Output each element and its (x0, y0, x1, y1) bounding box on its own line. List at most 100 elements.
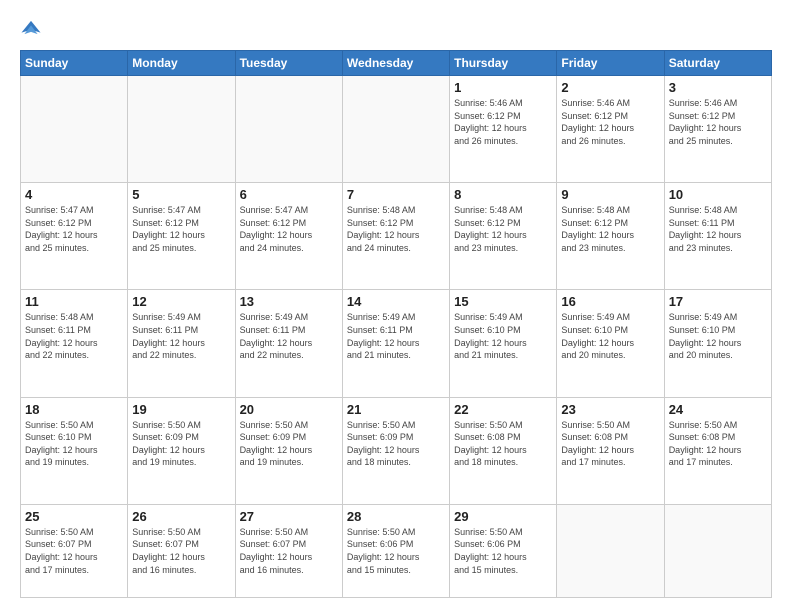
calendar-cell: 3 Sunrise: 5:46 AM Sunset: 6:12 PM Daylig… (664, 76, 771, 183)
calendar-cell (235, 76, 342, 183)
calendar-cell: 21 Sunrise: 5:50 AM Sunset: 6:09 PM Dayli… (342, 397, 449, 504)
day-number: 18 (25, 402, 123, 417)
day-number: 4 (25, 187, 123, 202)
day-info: Sunrise: 5:48 AM Sunset: 6:12 PM Dayligh… (454, 204, 552, 254)
weekday-header-sunday: Sunday (21, 51, 128, 76)
calendar-cell: 7 Sunrise: 5:48 AM Sunset: 6:12 PM Daylig… (342, 183, 449, 290)
logo (20, 18, 46, 40)
day-number: 17 (669, 294, 767, 309)
day-number: 3 (669, 80, 767, 95)
calendar-cell (128, 76, 235, 183)
calendar-cell: 26 Sunrise: 5:50 AM Sunset: 6:07 PM Dayli… (128, 504, 235, 597)
day-info: Sunrise: 5:50 AM Sunset: 6:08 PM Dayligh… (561, 419, 659, 469)
weekday-header-thursday: Thursday (450, 51, 557, 76)
calendar-cell: 1Sunrise: 5:46 AM Sunset: 6:12 PM Daylig… (450, 76, 557, 183)
day-number: 23 (561, 402, 659, 417)
calendar-cell: 12Sunrise: 5:49 AM Sunset: 6:11 PM Dayli… (128, 290, 235, 397)
day-info: Sunrise: 5:49 AM Sunset: 6:11 PM Dayligh… (240, 311, 338, 361)
day-info: Sunrise: 5:49 AM Sunset: 6:10 PM Dayligh… (669, 311, 767, 361)
day-number: 24 (669, 402, 767, 417)
day-info: Sunrise: 5:47 AM Sunset: 6:12 PM Dayligh… (132, 204, 230, 254)
calendar-cell: 22 Sunrise: 5:50 AM Sunset: 6:08 PM Dayli… (450, 397, 557, 504)
calendar-cell: 2 Sunrise: 5:46 AM Sunset: 6:12 PM Daylig… (557, 76, 664, 183)
calendar-table: SundayMondayTuesdayWednesdayThursdayFrid… (20, 50, 772, 598)
day-number: 26 (132, 509, 230, 524)
day-number: 7 (347, 187, 445, 202)
calendar-cell: 23 Sunrise: 5:50 AM Sunset: 6:08 PM Dayli… (557, 397, 664, 504)
day-info: Sunrise: 5:49 AM Sunset: 6:11 PM Dayligh… (132, 311, 230, 361)
calendar-cell: 9 Sunrise: 5:48 AM Sunset: 6:12 PM Daylig… (557, 183, 664, 290)
calendar-cell (557, 504, 664, 597)
day-number: 9 (561, 187, 659, 202)
calendar-cell (664, 504, 771, 597)
day-number: 27 (240, 509, 338, 524)
day-number: 19 (132, 402, 230, 417)
day-info: Sunrise: 5:49 AM Sunset: 6:10 PM Dayligh… (454, 311, 552, 361)
day-info: Sunrise: 5:50 AM Sunset: 6:09 PM Dayligh… (132, 419, 230, 469)
day-number: 25 (25, 509, 123, 524)
day-info: Sunrise: 5:47 AM Sunset: 6:12 PM Dayligh… (25, 204, 123, 254)
logo-icon (20, 18, 42, 40)
day-info: Sunrise: 5:50 AM Sunset: 6:10 PM Dayligh… (25, 419, 123, 469)
day-number: 10 (669, 187, 767, 202)
calendar-cell (21, 76, 128, 183)
day-info: Sunrise: 5:46 AM Sunset: 6:12 PM Dayligh… (561, 97, 659, 147)
calendar-cell: 5 Sunrise: 5:47 AM Sunset: 6:12 PM Daylig… (128, 183, 235, 290)
calendar-cell: 18 Sunrise: 5:50 AM Sunset: 6:10 PM Dayli… (21, 397, 128, 504)
header (20, 18, 772, 40)
day-info: Sunrise: 5:49 AM Sunset: 6:11 PM Dayligh… (347, 311, 445, 361)
page: SundayMondayTuesdayWednesdayThursdayFrid… (0, 0, 792, 612)
day-number: 13 (240, 294, 338, 309)
calendar-cell: 19 Sunrise: 5:50 AM Sunset: 6:09 PM Dayli… (128, 397, 235, 504)
weekday-header-monday: Monday (128, 51, 235, 76)
week-row-3: 18 Sunrise: 5:50 AM Sunset: 6:10 PM Dayli… (21, 397, 772, 504)
calendar-cell: 25 Sunrise: 5:50 AM Sunset: 6:07 PM Dayli… (21, 504, 128, 597)
day-number: 20 (240, 402, 338, 417)
weekday-header-row: SundayMondayTuesdayWednesdayThursdayFrid… (21, 51, 772, 76)
calendar-cell: 17 Sunrise: 5:49 AM Sunset: 6:10 PM Dayli… (664, 290, 771, 397)
day-number: 8 (454, 187, 552, 202)
calendar-cell: 24Sunrise: 5:50 AM Sunset: 6:08 PM Dayli… (664, 397, 771, 504)
calendar-cell: 14 Sunrise: 5:49 AM Sunset: 6:11 PM Dayli… (342, 290, 449, 397)
day-number: 14 (347, 294, 445, 309)
calendar-cell: 15Sunrise: 5:49 AM Sunset: 6:10 PM Dayli… (450, 290, 557, 397)
calendar-cell: 8 Sunrise: 5:48 AM Sunset: 6:12 PM Daylig… (450, 183, 557, 290)
calendar-cell: 16 Sunrise: 5:49 AM Sunset: 6:10 PM Dayli… (557, 290, 664, 397)
day-info: Sunrise: 5:48 AM Sunset: 6:11 PM Dayligh… (25, 311, 123, 361)
day-number: 2 (561, 80, 659, 95)
day-number: 28 (347, 509, 445, 524)
day-info: Sunrise: 5:48 AM Sunset: 6:12 PM Dayligh… (561, 204, 659, 254)
day-number: 29 (454, 509, 552, 524)
day-number: 16 (561, 294, 659, 309)
calendar-cell: 29 Sunrise: 5:50 AM Sunset: 6:06 PM Dayli… (450, 504, 557, 597)
calendar-cell: 20 Sunrise: 5:50 AM Sunset: 6:09 PM Dayli… (235, 397, 342, 504)
day-info: Sunrise: 5:50 AM Sunset: 6:07 PM Dayligh… (25, 526, 123, 576)
day-info: Sunrise: 5:48 AM Sunset: 6:11 PM Dayligh… (669, 204, 767, 254)
weekday-header-wednesday: Wednesday (342, 51, 449, 76)
calendar-cell: 11Sunrise: 5:48 AM Sunset: 6:11 PM Dayli… (21, 290, 128, 397)
day-number: 6 (240, 187, 338, 202)
week-row-2: 11Sunrise: 5:48 AM Sunset: 6:11 PM Dayli… (21, 290, 772, 397)
calendar-cell: 10 Sunrise: 5:48 AM Sunset: 6:11 PM Dayli… (664, 183, 771, 290)
calendar-cell (342, 76, 449, 183)
weekday-header-friday: Friday (557, 51, 664, 76)
day-info: Sunrise: 5:50 AM Sunset: 6:09 PM Dayligh… (240, 419, 338, 469)
day-number: 22 (454, 402, 552, 417)
calendar-cell: 4 Sunrise: 5:47 AM Sunset: 6:12 PM Daylig… (21, 183, 128, 290)
day-info: Sunrise: 5:49 AM Sunset: 6:10 PM Dayligh… (561, 311, 659, 361)
day-info: Sunrise: 5:50 AM Sunset: 6:07 PM Dayligh… (132, 526, 230, 576)
calendar-cell: 27Sunrise: 5:50 AM Sunset: 6:07 PM Dayli… (235, 504, 342, 597)
day-number: 5 (132, 187, 230, 202)
day-info: Sunrise: 5:50 AM Sunset: 6:06 PM Dayligh… (347, 526, 445, 576)
day-info: Sunrise: 5:46 AM Sunset: 6:12 PM Dayligh… (669, 97, 767, 147)
day-info: Sunrise: 5:50 AM Sunset: 6:06 PM Dayligh… (454, 526, 552, 576)
day-info: Sunrise: 5:50 AM Sunset: 6:08 PM Dayligh… (454, 419, 552, 469)
day-number: 21 (347, 402, 445, 417)
day-info: Sunrise: 5:48 AM Sunset: 6:12 PM Dayligh… (347, 204, 445, 254)
day-info: Sunrise: 5:50 AM Sunset: 6:09 PM Dayligh… (347, 419, 445, 469)
day-info: Sunrise: 5:46 AM Sunset: 6:12 PM Dayligh… (454, 97, 552, 147)
calendar-cell: 6Sunrise: 5:47 AM Sunset: 6:12 PM Daylig… (235, 183, 342, 290)
weekday-header-tuesday: Tuesday (235, 51, 342, 76)
week-row-1: 4 Sunrise: 5:47 AM Sunset: 6:12 PM Daylig… (21, 183, 772, 290)
week-row-0: 1Sunrise: 5:46 AM Sunset: 6:12 PM Daylig… (21, 76, 772, 183)
